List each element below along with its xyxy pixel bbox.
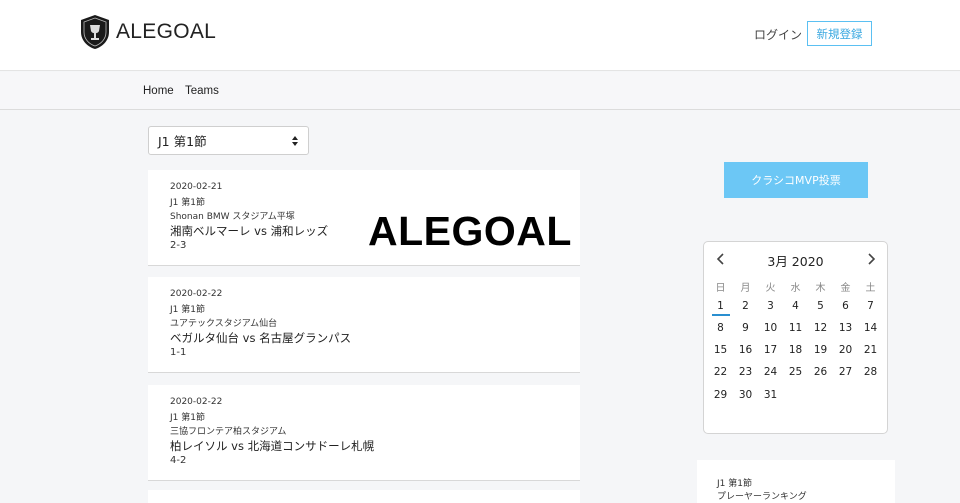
match-card[interactable]: 2020-02-22 J1 第1節 ユアテックスタジアム仙台 ベガルタ仙台 vs… xyxy=(148,277,580,373)
calendar-weekday: 金 xyxy=(840,283,851,294)
match-stadium: 三協フロンテア柏スタジアム xyxy=(170,427,287,437)
calendar-day[interactable]: 15 xyxy=(708,344,733,356)
match-card-partial xyxy=(148,490,580,503)
calendar-day[interactable]: 7 xyxy=(858,300,883,312)
brand-name[interactable]: ALEGOAL xyxy=(116,20,216,44)
calendar-day[interactable]: 27 xyxy=(833,366,858,378)
calendar-weekday: 土 xyxy=(865,283,876,294)
calendar-day[interactable]: 23 xyxy=(733,366,758,378)
calendar-day[interactable]: 18 xyxy=(783,344,808,356)
calendar-weekday: 木 xyxy=(815,283,826,294)
calendar-day[interactable]: 22 xyxy=(708,366,733,378)
site-header: ALEGOAL ログイン 新規登録 xyxy=(0,0,960,71)
ranking-title[interactable]: プレーヤーランキング xyxy=(717,489,807,502)
ranking-round: J1 第1節 xyxy=(717,479,752,489)
calendar-day[interactable]: 24 xyxy=(758,366,783,378)
calendar: 3月 2020 日月火水木金土 1 2 3 4 5 6 7 8 9 10 11 12 13 14 15 16 17… xyxy=(703,241,888,434)
calendar-day[interactable]: 4 xyxy=(783,300,808,312)
calendar-day[interactable]: 31 xyxy=(758,389,783,401)
calendar-weekday: 日 xyxy=(715,283,726,294)
match-round: J1 第1節 xyxy=(170,198,205,208)
calendar-day[interactable]: 3 xyxy=(758,300,783,312)
calendar-today-indicator xyxy=(712,314,730,316)
match-score: 4-2 xyxy=(170,455,187,466)
calendar-day[interactable]: 1 xyxy=(708,300,733,312)
match-teams: ベガルタ仙台 vs 名古屋グランパス xyxy=(170,331,352,345)
calendar-day[interactable]: 29 xyxy=(708,389,733,401)
chevron-right-icon[interactable] xyxy=(865,252,877,266)
nav-home[interactable]: Home xyxy=(143,85,174,97)
login-link[interactable]: ログイン xyxy=(754,26,802,43)
alegoal-logo-icon[interactable] xyxy=(79,14,111,50)
match-stadium: Shonan BMW スタジアム平塚 xyxy=(170,212,295,222)
calendar-day[interactable]: 9 xyxy=(733,322,758,334)
calendar-day[interactable]: 5 xyxy=(808,300,833,312)
select-arrows-icon xyxy=(292,136,298,146)
calendar-day[interactable]: 10 xyxy=(758,322,783,334)
match-card[interactable]: 2020-02-22 J1 第1節 三協フロンテア柏スタジアム 柏レイソル vs… xyxy=(148,385,580,481)
calendar-weekday: 水 xyxy=(790,283,801,294)
calendar-day[interactable]: 12 xyxy=(808,322,833,334)
match-teams: 湘南ベルマーレ vs 浦和レッズ xyxy=(170,224,329,238)
match-card[interactable]: 2020-02-21 J1 第1節 Shonan BMW スタジアム平塚 湘南ベ… xyxy=(148,170,580,266)
alegoal-wordmark: ALEGOAL xyxy=(368,208,572,254)
calendar-day[interactable]: 17 xyxy=(758,344,783,356)
main-nav: Home Teams xyxy=(0,72,960,110)
calendar-month-title: 3月 2020 xyxy=(767,254,824,269)
calendar-day[interactable]: 30 xyxy=(733,389,758,401)
match-date: 2020-02-22 xyxy=(170,289,223,299)
match-date: 2020-02-21 xyxy=(170,182,223,192)
round-select-value: J1 第1節 xyxy=(158,134,207,149)
match-score: 2-3 xyxy=(170,240,187,251)
calendar-day[interactable]: 16 xyxy=(733,344,758,356)
nav-teams[interactable]: Teams xyxy=(185,85,219,97)
match-round: J1 第1節 xyxy=(170,413,205,423)
round-select[interactable]: J1 第1節 xyxy=(148,126,309,155)
calendar-weekday: 火 xyxy=(765,283,776,294)
calendar-day[interactable]: 2 xyxy=(733,300,758,312)
ranking-card: J1 第1節 プレーヤーランキング xyxy=(697,460,895,503)
calendar-day[interactable]: 8 xyxy=(708,322,733,334)
match-stadium: ユアテックスタジアム仙台 xyxy=(170,319,278,329)
mvp-vote-button[interactable]: クラシコMVP投票 xyxy=(724,162,868,198)
calendar-day[interactable]: 14 xyxy=(858,322,883,334)
match-round: J1 第1節 xyxy=(170,305,205,315)
calendar-day[interactable]: 6 xyxy=(833,300,858,312)
match-teams: 柏レイソル vs 北海道コンサドーレ札幌 xyxy=(170,439,375,453)
calendar-day[interactable]: 19 xyxy=(808,344,833,356)
calendar-day[interactable]: 21 xyxy=(858,344,883,356)
calendar-day[interactable]: 11 xyxy=(783,322,808,334)
calendar-day[interactable]: 28 xyxy=(858,366,883,378)
calendar-day[interactable]: 20 xyxy=(833,344,858,356)
calendar-day[interactable]: 26 xyxy=(808,366,833,378)
calendar-day[interactable]: 25 xyxy=(783,366,808,378)
calendar-day[interactable]: 13 xyxy=(833,322,858,334)
match-date: 2020-02-22 xyxy=(170,397,223,407)
match-score: 1-1 xyxy=(170,347,187,358)
signup-button[interactable]: 新規登録 xyxy=(807,21,872,46)
calendar-weekday: 月 xyxy=(740,283,751,294)
